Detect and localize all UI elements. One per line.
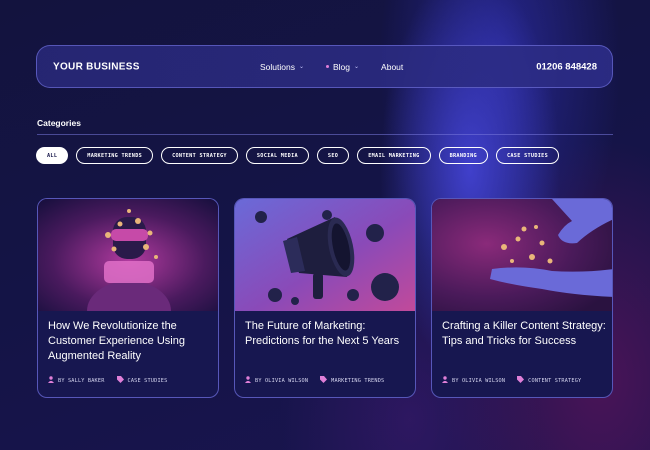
site-header: YOUR BUSINESS Solutions ⌄ Blog ⌄ About 0… xyxy=(36,45,613,88)
chip-all[interactable]: ALL xyxy=(36,147,69,164)
post-category[interactable]: CONTENT STRATEGY xyxy=(528,378,581,384)
chip-social-media[interactable]: SOCIAL MEDIA xyxy=(245,147,309,164)
post-card[interactable]: The Future of Marketing: Predictions for… xyxy=(234,198,416,398)
post-title[interactable]: The Future of Marketing: Predictions for… xyxy=(245,319,410,349)
nav-label: Solutions xyxy=(260,61,295,72)
nav-item-solutions[interactable]: Solutions ⌄ xyxy=(260,62,304,72)
chip-content-strategy[interactable]: CONTENT STRATEGY xyxy=(161,147,238,164)
chevron-down-icon: ⌄ xyxy=(354,64,360,70)
post-author[interactable]: BY OLIVIA WILSON xyxy=(255,378,308,384)
tag-icon xyxy=(320,376,328,385)
post-image-ar-headset xyxy=(38,199,218,311)
post-card[interactable]: Crafting a Killer Content Strategy: Tips… xyxy=(431,198,613,398)
post-image-megaphone xyxy=(235,199,415,311)
post-category[interactable]: CASE STUDIES xyxy=(128,378,168,384)
logo[interactable]: YOUR BUSINESS xyxy=(53,61,140,72)
nav-label: Blog xyxy=(333,61,351,72)
categories-title: Categories xyxy=(37,118,81,128)
user-icon xyxy=(48,376,54,385)
tag-icon xyxy=(116,376,124,385)
post-meta: BY OLIVIA WILSON MARKETING TRENDS xyxy=(245,376,384,385)
user-icon xyxy=(245,376,251,385)
chip-branding[interactable]: BRANDING xyxy=(438,147,488,164)
nav-item-about[interactable]: About xyxy=(381,62,403,72)
post-title[interactable]: Crafting a Killer Content Strategy: Tips… xyxy=(442,319,607,349)
active-dot-icon xyxy=(326,65,329,68)
chevron-down-icon: ⌄ xyxy=(298,64,304,70)
post-title[interactable]: How We Revolutionize the Customer Experi… xyxy=(48,319,213,364)
user-icon xyxy=(442,376,448,385)
post-author[interactable]: BY OLIVIA WILSON xyxy=(452,378,505,384)
post-category[interactable]: MARKETING TRENDS xyxy=(331,378,384,384)
post-meta: BY OLIVIA WILSON CONTENT STRATEGY xyxy=(442,376,581,385)
nav-item-blog[interactable]: Blog ⌄ xyxy=(326,62,359,72)
phone-number[interactable]: 01206 848428 xyxy=(536,61,597,72)
chip-case-studies[interactable]: CASE STUDIES xyxy=(495,147,560,164)
category-filter: ALL MARKETING TRENDS CONTENT STRATEGY SO… xyxy=(36,147,567,164)
chip-marketing-trends[interactable]: MARKETING TRENDS xyxy=(76,147,154,164)
divider xyxy=(37,134,613,135)
chip-email-marketing[interactable]: EMAIL MARKETING xyxy=(357,147,431,164)
nav-label: About xyxy=(381,61,404,72)
post-author[interactable]: BY SALLY BAKER xyxy=(58,378,105,384)
chip-seo[interactable]: SEO xyxy=(316,147,350,164)
post-card[interactable]: How We Revolutionize the Customer Experi… xyxy=(37,198,219,398)
post-meta: BY SALLY BAKER CASE STUDIES xyxy=(48,376,167,385)
post-image-hands-coins xyxy=(432,199,612,311)
main-nav: Solutions ⌄ Blog ⌄ About xyxy=(260,62,403,72)
tag-icon xyxy=(517,376,525,385)
